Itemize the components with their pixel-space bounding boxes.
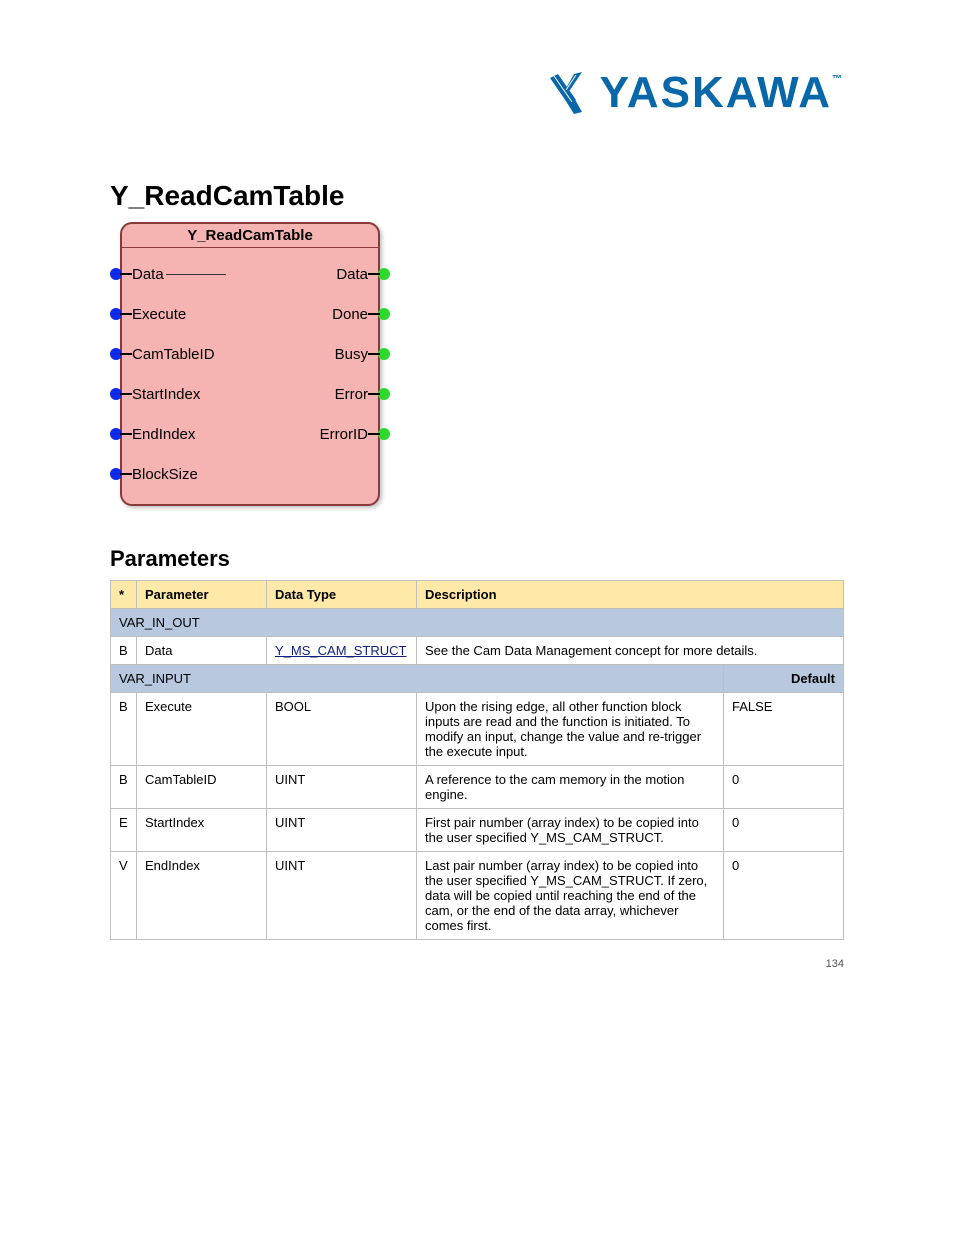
col-param-header: Parameter (137, 581, 267, 609)
fb-left-label: EndIndex (132, 426, 195, 443)
col-type-header: Data Type (267, 581, 417, 609)
cell-param: StartIndex (137, 809, 267, 852)
port-stem-icon (368, 313, 380, 315)
fb-right-port: Busy (335, 346, 368, 363)
parameters-heading: Parameters (110, 546, 844, 572)
fb-left-port: CamTableID (132, 346, 215, 363)
table-row: BCamTableIDUINTA reference to the cam me… (111, 766, 844, 809)
brand-name: YASKAWA™ (600, 71, 844, 115)
col-flag-header: * (111, 581, 137, 609)
port-stem-icon (368, 433, 380, 435)
fb-port-row: StartIndex Error (132, 374, 368, 414)
cell-default: 0 (724, 852, 844, 940)
cell-type: BOOL (267, 693, 417, 766)
cell-flag: B (111, 766, 137, 809)
cell-desc: See the Cam Data Management concept for … (417, 637, 844, 665)
cell-param: EndIndex (137, 852, 267, 940)
port-stem-icon (120, 433, 132, 435)
port-stem-icon (120, 353, 132, 355)
fb-left-label: Data (132, 266, 164, 283)
fb-right-label: Error (335, 386, 368, 403)
port-stem-icon (120, 393, 132, 395)
cell-flag: V (111, 852, 137, 940)
cell-default: 0 (724, 766, 844, 809)
page-title: Y_ReadCamTable (110, 180, 844, 212)
brand-name-text: YASKAWA (600, 68, 832, 117)
fb-right-label: Done (332, 306, 368, 323)
fb-right-port: Error (335, 386, 368, 403)
cell-param: Execute (137, 693, 267, 766)
table-row: VEndIndexUINTLast pair number (array ind… (111, 852, 844, 940)
fb-right-port: Data (336, 266, 368, 283)
section-label-in: VAR_INPUT (111, 665, 724, 693)
table-row: BData Y_MS_CAM_STRUCT See the Cam Data Man… (111, 637, 844, 665)
cell-default: 0 (724, 809, 844, 852)
fb-left-label: CamTableID (132, 346, 215, 363)
section-var-input: VAR_INPUT Default (111, 665, 844, 693)
data-connector-line (166, 274, 226, 275)
fb-left-port: Execute (132, 306, 186, 323)
col-desc-header: Description (417, 581, 844, 609)
page-number: 134 (826, 958, 844, 970)
fb-port-row: EndIndex ErrorID (132, 414, 368, 454)
table-row: BExecuteBOOLUpon the rising edge, all ot… (111, 693, 844, 766)
port-stem-icon (368, 353, 380, 355)
cell-type: UINT (267, 852, 417, 940)
fb-port-row: BlockSize (132, 454, 368, 494)
type-link[interactable]: Y_MS_CAM_STRUCT (275, 643, 406, 658)
fb-port-row: Data Data (132, 254, 368, 294)
fb-left-label: Execute (132, 306, 186, 323)
brand-logo: YASKAWA™ (546, 70, 844, 116)
fb-right-label: Data (336, 266, 368, 283)
fb-right-port: ErrorID (320, 426, 368, 443)
fb-right-port: Done (332, 306, 368, 323)
section-var-in-out: VAR_IN_OUT (111, 609, 844, 637)
fb-left-label: BlockSize (132, 466, 198, 483)
cell-type: UINT (267, 766, 417, 809)
table-row: EStartIndexUINTFirst pair number (array … (111, 809, 844, 852)
function-block-diagram: Y_ReadCamTable Data Data Execute Done CamTa… (120, 222, 844, 506)
cell-flag: B (111, 637, 137, 665)
fb-left-port: EndIndex (132, 426, 195, 443)
default-header-text: Default (791, 671, 835, 686)
cell-desc: Upon the rising edge, all other function… (417, 693, 724, 766)
cell-type: Y_MS_CAM_STRUCT (267, 637, 417, 665)
fb-left-port: Data (132, 266, 228, 283)
cell-desc: A reference to the cam memory in the mot… (417, 766, 724, 809)
cell-flag: B (111, 693, 137, 766)
fb-port-row: Execute Done (132, 294, 368, 334)
parameters-table: * Parameter Data Type Description VAR_IN… (110, 580, 844, 940)
fb-title: Y_ReadCamTable (122, 224, 378, 248)
port-stem-icon (368, 273, 380, 275)
trademark-icon: ™ (832, 74, 844, 85)
cell-default: FALSE (724, 693, 844, 766)
port-stem-icon (120, 473, 132, 475)
brand-mark-icon (546, 70, 592, 116)
cell-desc: Last pair number (array index) to be cop… (417, 852, 724, 940)
fb-left-label: StartIndex (132, 386, 200, 403)
port-stem-icon (120, 313, 132, 315)
fb-right-label: ErrorID (320, 426, 368, 443)
cell-param: CamTableID (137, 766, 267, 809)
cell-flag: E (111, 809, 137, 852)
fb-left-port: BlockSize (132, 466, 198, 483)
section-label: VAR_IN_OUT (111, 609, 844, 637)
port-stem-icon (368, 393, 380, 395)
default-col-header: Default (724, 665, 844, 693)
fb-right-label: Busy (335, 346, 368, 363)
cell-param: Data (137, 637, 267, 665)
cell-desc: First pair number (array index) to be co… (417, 809, 724, 852)
cell-type: UINT (267, 809, 417, 852)
fb-port-row: CamTableID Busy (132, 334, 368, 374)
fb-left-port: StartIndex (132, 386, 200, 403)
port-stem-icon (120, 273, 132, 275)
table-header-row: * Parameter Data Type Description (111, 581, 844, 609)
